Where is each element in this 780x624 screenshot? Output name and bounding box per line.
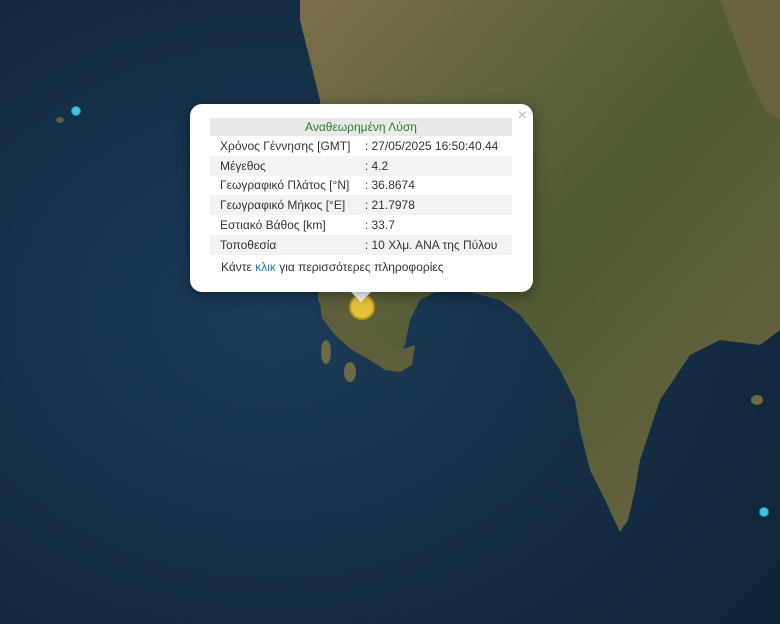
row-value: : 4.2	[364, 155, 512, 176]
island-east	[751, 395, 763, 405]
row-value: : 36.8674	[364, 175, 512, 196]
satellite-map[interactable]	[0, 0, 780, 624]
row-label: Γεωγραφικό Πλάτος [°N]	[210, 175, 365, 196]
row-value: : 33.7	[364, 215, 512, 235]
earthquake-info-popup: × Αναθεωρημένη Λύση Χρόνος Γέννησης [GMT…	[190, 104, 533, 292]
earthquake-marker-east[interactable]	[759, 507, 769, 517]
row-label: Μέγεθος	[210, 155, 365, 176]
close-icon[interactable]: ×	[518, 108, 527, 124]
earthquake-details-table: Αναθεωρημένη Λύση Χρόνος Γέννησης [GMT] …	[210, 118, 512, 255]
row-label: Γεωγραφικό Μήκος [°E]	[210, 195, 365, 216]
popup-title: Αναθεωρημένη Λύση	[210, 118, 512, 136]
table-row: Χρόνος Γέννησης [GMT] : 27/05/2025 16:50…	[210, 136, 512, 156]
row-value: : 21.7978	[364, 195, 512, 216]
table-row: Γεωγραφικό Μήκος [°E] : 21.7978	[210, 195, 512, 216]
table-row: Γεωγραφικό Πλάτος [°N] : 36.8674	[210, 175, 512, 196]
island-small-west	[56, 117, 64, 123]
island-sapientza	[344, 362, 356, 382]
island-sfaktiria	[321, 340, 331, 364]
more-info-prefix: Κάντε	[221, 259, 256, 274]
more-info-suffix: για περισσότερες πληροφορίες	[275, 259, 444, 274]
more-info-text: Κάντε κλικ για περισσότερες πληροφορίες	[210, 260, 513, 274]
row-value: : 10 Χλμ. ΑΝΑ της Πύλου	[364, 234, 512, 255]
more-info-link[interactable]: κλικ	[255, 260, 276, 274]
row-value: : 27/05/2025 16:50:40.44	[364, 136, 512, 156]
table-row: Εστιακό Βάθος [km] : 33.7	[210, 215, 512, 235]
row-label: Χρόνος Γέννησης [GMT]	[210, 136, 365, 156]
earthquake-marker-west[interactable]	[71, 106, 81, 116]
row-label: Εστιακό Βάθος [km]	[210, 215, 365, 235]
table-row: Τοποθεσία : 10 Χλμ. ΑΝΑ της Πύλου	[210, 234, 512, 255]
row-label: Τοποθεσία	[210, 234, 365, 255]
table-row: Μέγεθος : 4.2	[210, 155, 512, 176]
